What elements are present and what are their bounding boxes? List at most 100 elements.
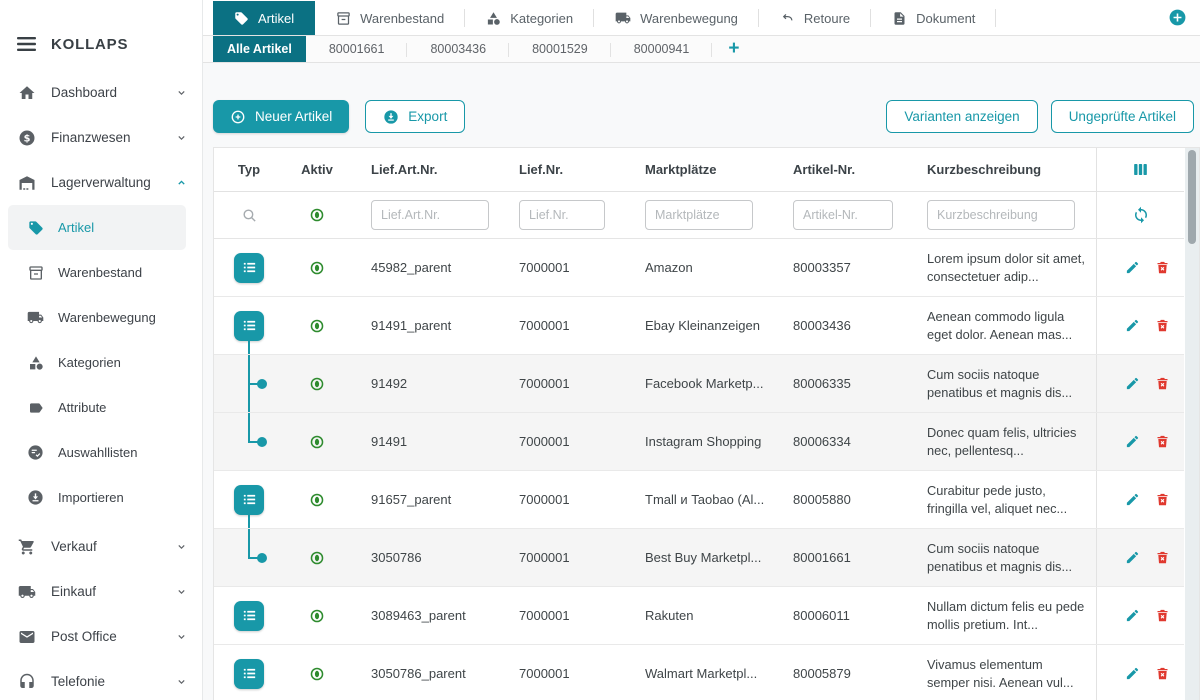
filter-marktplaetze: [624, 192, 772, 238]
sidebar-subitem-attribute[interactable]: Attribute: [8, 385, 186, 430]
label-icon: [27, 400, 44, 416]
table-row[interactable]: 91492 7000001 Facebook Marketp... 800063…: [214, 355, 1184, 413]
active-status-icon: [310, 319, 324, 333]
sidebar-subitem-label: Kategorien: [58, 355, 121, 370]
delete-icon[interactable]: [1155, 608, 1170, 623]
delete-icon[interactable]: [1155, 434, 1170, 449]
lief-nr-cell: 7000001: [498, 239, 624, 296]
sidebar-subitem-warenbewegung[interactable]: Warenbewegung: [8, 295, 186, 340]
table-row[interactable]: 3050786_parent 7000001 Walmart Marketpl.…: [214, 645, 1184, 700]
tab-article-80001529[interactable]: 80001529: [509, 36, 611, 62]
delete-icon[interactable]: [1155, 260, 1170, 275]
sidebar-item-lagerverwaltung[interactable]: Lagerverwaltung: [0, 160, 202, 205]
table-row[interactable]: 45982_parent 7000001 Amazon 80003357 Lor…: [214, 239, 1184, 297]
tab-label: Kategorien: [510, 11, 573, 26]
column-settings-button[interactable]: [1096, 148, 1184, 191]
sidebar-item-telefonie[interactable]: Telefonie: [0, 659, 202, 700]
edit-icon[interactable]: [1125, 666, 1140, 681]
sidebar-item-finanzwesen[interactable]: $ Finanzwesen: [0, 115, 202, 160]
truck-icon: [27, 309, 44, 326]
table-row[interactable]: 91491 7000001 Instagram Shopping 8000633…: [214, 413, 1184, 471]
sidebar-subitem-artikel[interactable]: Artikel: [8, 205, 186, 250]
artikel-nr-cell: 80005880: [772, 471, 906, 528]
delete-icon[interactable]: [1155, 550, 1170, 565]
tab-label: Artikel: [258, 11, 294, 26]
aktiv-cell: [284, 471, 350, 528]
sidebar-subitem-importieren[interactable]: Importieren: [8, 475, 186, 520]
sidebar-subitem-warenbestand[interactable]: Warenbestand: [8, 250, 186, 295]
tab-alle-artikel[interactable]: Alle Artikel: [213, 36, 306, 62]
delete-icon[interactable]: [1155, 492, 1170, 507]
add-article-tab-button[interactable]: +: [712, 36, 755, 62]
tab-article-80003436[interactable]: 80003436: [407, 36, 509, 62]
app-window: KOLLAPS Dashboard $ Finanzwesen: [0, 0, 1200, 700]
tab-artikel[interactable]: Artikel: [213, 1, 315, 35]
sidebar-item-dashboard[interactable]: Dashboard: [0, 70, 202, 115]
table-row[interactable]: 91491_parent 7000001 Ebay Kleinanzeigen …: [214, 297, 1184, 355]
artikel-nr-filter-input[interactable]: [793, 200, 893, 230]
tab-kategorien[interactable]: Kategorien: [465, 1, 594, 35]
edit-icon[interactable]: [1125, 492, 1140, 507]
lief-art-nr-cell: 3050786_parent: [350, 645, 498, 700]
edit-icon[interactable]: [1125, 434, 1140, 449]
tree-connector-dot: [257, 437, 267, 447]
kurzbeschreibung-filter-input[interactable]: [927, 200, 1075, 230]
unchecked-articles-button[interactable]: Ungeprüfte Artikel: [1051, 100, 1194, 133]
sidebar: KOLLAPS Dashboard $ Finanzwesen: [0, 0, 203, 700]
inventory-box-icon: [336, 11, 351, 26]
export-button[interactable]: Export: [365, 100, 465, 133]
table-row[interactable]: 91657_parent 7000001 Tmall и Taobao (Al.…: [214, 471, 1184, 529]
truck-icon: [615, 10, 631, 26]
lief-nr-filter-input[interactable]: [519, 200, 605, 230]
sidebar-item-label: Lagerverwaltung: [51, 175, 151, 190]
tab-label: Dokument: [916, 11, 975, 26]
kurzbeschreibung-cell: Cum sociis natoque penatibus et magnis d…: [906, 529, 1096, 586]
filter-aktiv-toggle[interactable]: [284, 192, 350, 238]
chevron-down-icon: [175, 131, 188, 144]
edit-icon[interactable]: [1125, 376, 1140, 391]
sidebar-subitem-kategorien[interactable]: Kategorien: [8, 340, 186, 385]
edit-icon[interactable]: [1125, 550, 1140, 565]
column-header-aktiv: Aktiv: [284, 148, 350, 191]
refresh-button[interactable]: [1096, 192, 1184, 238]
tab-article-80001661[interactable]: 80001661: [306, 36, 408, 62]
edit-icon[interactable]: [1125, 608, 1140, 623]
typ-cell: [214, 471, 284, 528]
show-variants-button[interactable]: Varianten anzeigen: [886, 100, 1037, 133]
sidebar-item-post-office[interactable]: Post Office: [0, 614, 202, 659]
add-module-tab-button[interactable]: [1168, 8, 1187, 27]
checklist-circle-icon: [27, 444, 44, 461]
sidebar-item-verkauf[interactable]: Verkauf: [0, 524, 202, 569]
delete-icon[interactable]: [1155, 318, 1170, 333]
table-row[interactable]: 3089463_parent 7000001 Rakuten 80006011 …: [214, 587, 1184, 645]
sidebar-subitem-label: Warenbewegung: [58, 310, 156, 325]
column-header-artikel-nr: Artikel-Nr.: [772, 148, 906, 191]
delete-icon[interactable]: [1155, 376, 1170, 391]
tab-warenbewegung[interactable]: Warenbewegung: [594, 1, 759, 35]
edit-icon[interactable]: [1125, 318, 1140, 333]
inventory-box-icon: [27, 265, 44, 281]
scrollbar-thumb[interactable]: [1188, 150, 1196, 244]
sidebar-subitem-auswahllisten[interactable]: Auswahllisten: [8, 430, 186, 475]
delete-icon[interactable]: [1155, 666, 1170, 681]
tab-warenbestand[interactable]: Warenbestand: [315, 1, 465, 35]
sidebar-brand[interactable]: KOLLAPS: [0, 30, 202, 58]
tab-dokument[interactable]: Dokument: [871, 1, 996, 35]
typ-cell: [214, 587, 284, 644]
lief-nr-cell: 7000001: [498, 413, 624, 470]
lief-art-nr-filter-input[interactable]: [371, 200, 489, 230]
sidebar-item-einkauf[interactable]: Einkauf: [0, 569, 202, 614]
tag-icon: [27, 220, 44, 236]
artikel-nr-cell: 80006335: [772, 355, 906, 412]
menu-hamburger-icon[interactable]: [17, 37, 36, 51]
marktplaetze-filter-input[interactable]: [645, 200, 753, 230]
row-actions-cell: [1096, 471, 1184, 528]
tab-article-80000941[interactable]: 80000941: [611, 36, 713, 62]
new-article-button[interactable]: Neuer Artikel: [213, 100, 349, 133]
table-row[interactable]: 3050786 7000001 Best Buy Marketpl... 800…: [214, 529, 1184, 587]
chevron-down-icon: [175, 86, 188, 99]
sidebar-item-label: Verkauf: [51, 539, 97, 554]
tab-retoure[interactable]: Retoure: [759, 1, 871, 35]
tag-icon: [234, 11, 249, 26]
edit-icon[interactable]: [1125, 260, 1140, 275]
